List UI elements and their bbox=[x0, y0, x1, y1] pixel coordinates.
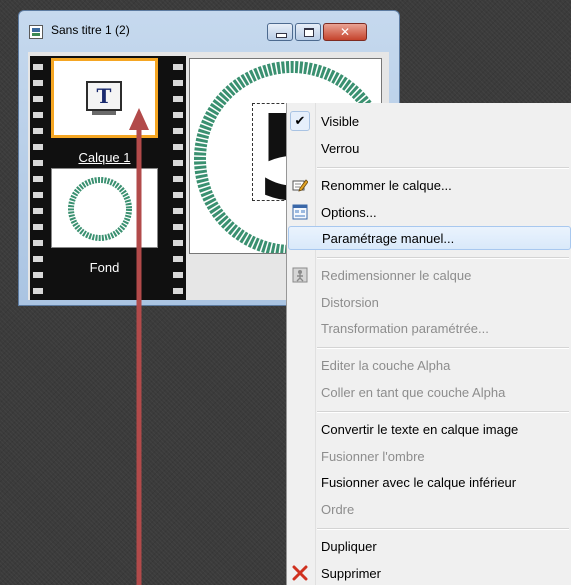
minimize-button[interactable] bbox=[267, 23, 293, 41]
menu-separator bbox=[317, 528, 569, 530]
layer-label-calque-1[interactable]: Calque 1 bbox=[51, 150, 158, 165]
menu-item-label: Options... bbox=[321, 205, 377, 220]
close-button[interactable]: ✕ bbox=[323, 23, 367, 41]
menu-item-visible[interactable]: ✔ Visible bbox=[287, 109, 571, 133]
menu-separator bbox=[317, 411, 569, 413]
menu-item-label: Renommer le calque... bbox=[321, 178, 452, 193]
layer-thumbnail-fond[interactable] bbox=[51, 168, 158, 248]
menu-item-dupliquer[interactable]: Dupliquer bbox=[287, 534, 571, 558]
menu-separator bbox=[317, 257, 569, 259]
app-icon bbox=[29, 25, 43, 39]
menu-item-label: Redimensionner le calque bbox=[321, 268, 472, 283]
menu-item-convertir-texte[interactable]: Convertir le texte en calque image bbox=[287, 417, 571, 441]
menu-item-renommer[interactable]: Renommer le calque... bbox=[287, 173, 571, 197]
menu-item-label: Verrou bbox=[321, 141, 360, 156]
resize-icon bbox=[292, 267, 308, 283]
rename-pencil-icon bbox=[292, 179, 308, 192]
menu-separator bbox=[317, 167, 569, 169]
menu-item-label: Coller en tant que couche Alpha bbox=[321, 385, 506, 400]
menu-separator bbox=[317, 347, 569, 349]
minimize-icon bbox=[276, 33, 287, 38]
checkmark-icon: ✔ bbox=[290, 111, 310, 131]
menu-item-label: Paramétrage manuel... bbox=[322, 231, 455, 246]
menu-item-fusionner-ombre[interactable]: Fusionner l'ombre bbox=[287, 444, 571, 468]
layer-thumbnail-calque-1[interactable]: T bbox=[51, 58, 158, 138]
menu-item-transformation-parametree[interactable]: Transformation paramétrée... bbox=[287, 316, 571, 340]
menu-item-label: Transformation paramétrée... bbox=[321, 321, 489, 336]
menu-item-label: Ordre bbox=[321, 502, 355, 517]
menu-item-label: Visible bbox=[321, 114, 360, 129]
maximize-button[interactable] bbox=[295, 23, 321, 41]
menu-item-parametrage-manuel[interactable]: Paramétrage manuel... bbox=[288, 226, 571, 250]
window-title: Sans titre 1 (2) bbox=[51, 23, 130, 37]
menu-item-label: Convertir le texte en calque image bbox=[321, 422, 519, 437]
menu-item-fusionner-calque-inferieur[interactable]: Fusionner avec le calque inférieur bbox=[287, 470, 571, 494]
menu-item-coller-couche-alpha[interactable]: Coller en tant que couche Alpha bbox=[287, 380, 571, 404]
close-icon: ✕ bbox=[339, 25, 351, 39]
text-layer-icon: T bbox=[86, 81, 122, 115]
layer-filmstrip: T Calque 1 Fond bbox=[30, 56, 186, 300]
window-titlebar[interactable]: Sans titre 1 (2) ✕ bbox=[19, 11, 399, 51]
menu-item-label: Fusionner avec le calque inférieur bbox=[321, 475, 517, 490]
delete-x-icon bbox=[292, 565, 308, 581]
menu-item-distorsion[interactable]: Distorsion bbox=[287, 290, 571, 314]
menu-item-redimensionner[interactable]: Redimensionner le calque bbox=[287, 263, 571, 287]
menu-item-supprimer[interactable]: Supprimer bbox=[287, 561, 571, 585]
menu-item-label: Distorsion bbox=[321, 295, 379, 310]
layer-label-fond[interactable]: Fond bbox=[51, 260, 158, 275]
menu-item-editer-couche-alpha[interactable]: Editer la couche Alpha bbox=[287, 353, 571, 377]
menu-item-options[interactable]: Options... bbox=[287, 200, 571, 224]
menu-item-verrou[interactable]: Verrou bbox=[287, 136, 571, 160]
menu-item-ordre[interactable]: Ordre bbox=[287, 497, 571, 521]
layer-context-menu: ✔ Visible Verrou Renommer le calque... O… bbox=[286, 103, 571, 585]
options-dialog-icon bbox=[292, 204, 308, 220]
menu-item-label: Editer la couche Alpha bbox=[321, 358, 451, 373]
ring-thumbnail bbox=[68, 177, 132, 241]
menu-item-label: Supprimer bbox=[321, 566, 381, 581]
menu-item-label: Dupliquer bbox=[321, 539, 377, 554]
maximize-icon bbox=[304, 28, 314, 37]
menu-item-label: Fusionner l'ombre bbox=[321, 449, 425, 464]
